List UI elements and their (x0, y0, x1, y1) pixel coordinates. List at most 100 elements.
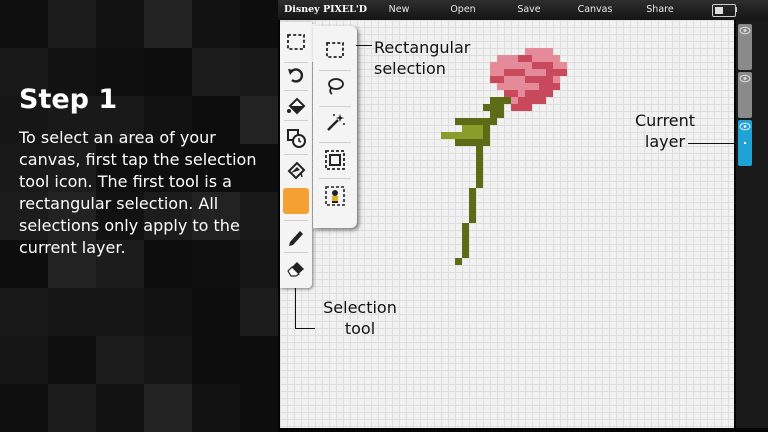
rose-pixel (490, 111, 504, 118)
layer-indicator-dot (744, 142, 746, 144)
background-tile (96, 0, 144, 48)
current-layer-callout: Current layer (633, 110, 697, 152)
step-title: Step 1 (19, 84, 118, 115)
battery-tip (735, 7, 737, 12)
rose-pixel (462, 125, 483, 132)
callout-text: selection (374, 59, 446, 78)
eye-icon[interactable] (739, 74, 751, 83)
selection-tools-palette (313, 26, 357, 228)
background-tile (192, 336, 240, 384)
layer-1[interactable] (738, 24, 752, 70)
background-tile (192, 288, 240, 336)
pixeld-app: Disney PIXEL'D New Open Save Canvas Shar… (278, 0, 768, 432)
background-tile (240, 48, 278, 96)
rose-pixel (546, 69, 567, 76)
callout-text: tool (344, 319, 376, 338)
current-layer[interactable] (738, 120, 752, 166)
rose-pixel (483, 125, 490, 146)
rose-pixel (462, 223, 469, 258)
rose-pixel (525, 48, 553, 55)
menu-new[interactable]: New (382, 0, 416, 20)
selection-tool-icon[interactable] (282, 28, 310, 56)
selection-callout-hline (295, 328, 315, 329)
eyedropper-icon[interactable] (282, 156, 310, 184)
pencil-icon[interactable] (282, 222, 310, 250)
history-icon[interactable] (282, 124, 310, 152)
app-logo: Disney PIXEL'D (284, 4, 367, 15)
rose-pixel (525, 90, 553, 97)
rectangular-selection-icon[interactable] (321, 36, 349, 64)
rose-pixel (518, 55, 532, 62)
divider (284, 120, 308, 121)
selection-character-icon[interactable] (321, 182, 349, 210)
rose-pixel (483, 104, 504, 111)
undo-icon[interactable] (282, 62, 310, 90)
background-tile (96, 384, 144, 432)
callout-text: Rectangular (374, 38, 471, 57)
eye-icon[interactable] (739, 26, 751, 35)
background-tile (144, 0, 192, 48)
color-swatch[interactable] (283, 188, 309, 214)
background-tile (240, 384, 278, 432)
selection-callout-vline (295, 288, 296, 328)
background-tile (48, 0, 96, 48)
layers-panel (736, 20, 768, 428)
menu-save[interactable]: Save (512, 0, 546, 20)
background-tile (240, 288, 278, 336)
rose-pixel (518, 97, 546, 104)
background-tile (240, 336, 278, 384)
tutorial-panel: Step 1 To select an area of your canvas,… (0, 0, 278, 432)
menu-share[interactable]: Share (642, 0, 678, 20)
background-tile (48, 288, 96, 336)
rose-pixel (539, 83, 560, 90)
step-description: To select an area of your canvas, first … (19, 128, 257, 257)
background-tile (48, 384, 96, 432)
divider (284, 252, 308, 253)
rect-selection-callout: Rectangular selection (374, 37, 470, 79)
selection-tool-callout: Selection tool (320, 297, 400, 339)
background-tile (0, 288, 48, 336)
background-tile (0, 336, 48, 384)
background-tile (192, 0, 240, 48)
rose-pixel (455, 258, 462, 265)
divider (319, 178, 351, 179)
rose-pixel (441, 132, 483, 139)
background-tile (240, 0, 278, 48)
rose-pixel (476, 146, 483, 188)
layer-callout-line (688, 143, 738, 144)
divider (319, 142, 351, 143)
menu-open[interactable]: Open (446, 0, 480, 20)
rose-pixel (525, 76, 553, 83)
divider (284, 154, 308, 155)
fill-icon[interactable] (282, 92, 310, 120)
background-tile (192, 48, 240, 96)
rose-pixel (532, 62, 553, 69)
tool-palette (280, 22, 320, 288)
rose-pixel (490, 62, 567, 69)
eraser-icon[interactable] (282, 254, 310, 282)
rose-pixel (504, 90, 518, 97)
rose-pixel (455, 118, 483, 125)
rose-pixel (455, 139, 483, 146)
background-tile (48, 336, 96, 384)
rose-pixel (469, 188, 476, 223)
callout-text: layer (644, 132, 686, 151)
menu-bar: Disney PIXEL'D New Open Save Canvas Shar… (278, 0, 768, 21)
select-all-icon[interactable] (321, 146, 349, 174)
layer-2[interactable] (738, 72, 752, 118)
battery-icon (712, 4, 736, 17)
background-tile (192, 384, 240, 432)
background-tile (144, 48, 192, 96)
background-tile (0, 384, 48, 432)
menu-canvas[interactable]: Canvas (574, 0, 616, 20)
background-tile (96, 336, 144, 384)
lasso-selection-icon[interactable] (321, 72, 349, 100)
rose-pixel (490, 76, 504, 83)
divider (284, 90, 308, 91)
divider (284, 220, 308, 221)
background-tile (0, 0, 48, 48)
background-tile (144, 288, 192, 336)
magic-wand-icon[interactable] (321, 108, 349, 136)
eye-icon[interactable] (739, 122, 751, 131)
divider (319, 70, 351, 71)
